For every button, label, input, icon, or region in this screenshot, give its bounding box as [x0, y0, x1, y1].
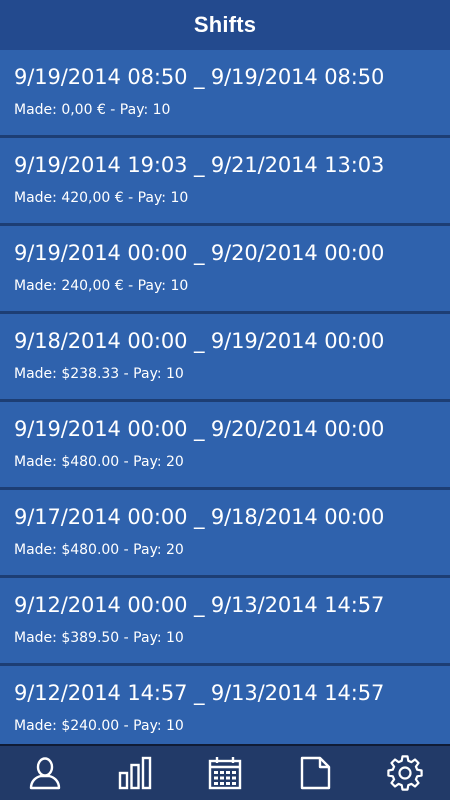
- app-header: Shifts: [0, 0, 450, 50]
- shift-date-range: 9/18/2014 00:00 _ 9/19/2014 00:00: [14, 329, 385, 353]
- tab-reports[interactable]: [270, 746, 360, 800]
- shift-earnings: Made: 420,00 € - Pay: 10: [14, 190, 189, 206]
- shift-list-item[interactable]: 9/12/2014 00:00 _ 9/13/2014 14:57 Made: …: [0, 578, 450, 666]
- shift-list-item[interactable]: 9/19/2014 19:03 _ 9/21/2014 13:03 Made: …: [0, 138, 450, 226]
- shift-list-item[interactable]: 9/12/2014 14:57 _ 9/13/2014 14:57 Made: …: [0, 666, 450, 744]
- bottom-tab-bar: [0, 744, 450, 800]
- shift-list-item[interactable]: 9/19/2014 00:00 _ 9/20/2014 00:00 Made: …: [0, 226, 450, 314]
- user-icon: [29, 757, 61, 790]
- shift-date-range: 9/12/2014 00:00 _ 9/13/2014 14:57: [14, 593, 385, 617]
- tab-settings[interactable]: [360, 746, 450, 800]
- shift-list-item[interactable]: 9/19/2014 08:50 _ 9/19/2014 08:50 Made: …: [0, 50, 450, 138]
- shift-list-item[interactable]: 9/18/2014 00:00 _ 9/19/2014 00:00 Made: …: [0, 314, 450, 402]
- shift-earnings: Made: $240.00 - Pay: 10: [14, 718, 184, 734]
- document-icon: [300, 756, 331, 790]
- tab-profile[interactable]: [0, 746, 90, 800]
- shift-earnings: Made: 240,00 € - Pay: 10: [14, 278, 189, 294]
- shift-date-range: 9/12/2014 14:57 _ 9/13/2014 14:57: [14, 681, 385, 705]
- shift-date-range: 9/19/2014 00:00 _ 9/20/2014 00:00: [14, 417, 385, 441]
- shift-date-range: 9/17/2014 00:00 _ 9/18/2014 00:00: [14, 505, 385, 529]
- page-title: Shifts: [193, 12, 257, 37]
- tab-calendar[interactable]: [180, 746, 270, 800]
- tab-statistics[interactable]: [90, 746, 180, 800]
- shift-list-item[interactable]: 9/17/2014 00:00 _ 9/18/2014 00:00 Made: …: [0, 490, 450, 578]
- shift-earnings: Made: $389.50 - Pay: 10: [14, 630, 184, 646]
- shift-list-item[interactable]: 9/19/2014 00:00 _ 9/20/2014 00:00 Made: …: [0, 402, 450, 490]
- bar-chart-icon: [118, 756, 152, 790]
- calendar-icon: [208, 757, 242, 790]
- shift-date-range: 9/19/2014 08:50 _ 9/19/2014 08:50: [14, 65, 385, 89]
- shift-earnings: Made: $238.33 - Pay: 10: [14, 366, 184, 382]
- gear-icon: [387, 755, 423, 791]
- shift-list[interactable]: 9/19/2014 08:50 _ 9/19/2014 08:50 Made: …: [0, 50, 450, 744]
- shift-date-range: 9/19/2014 00:00 _ 9/20/2014 00:00: [14, 241, 385, 265]
- shift-date-range: 9/19/2014 19:03 _ 9/21/2014 13:03: [14, 153, 385, 177]
- shift-earnings: Made: 0,00 € - Pay: 10: [14, 102, 171, 118]
- shift-earnings: Made: $480.00 - Pay: 20: [14, 454, 184, 470]
- shift-earnings: Made: $480.00 - Pay: 20: [14, 542, 184, 558]
